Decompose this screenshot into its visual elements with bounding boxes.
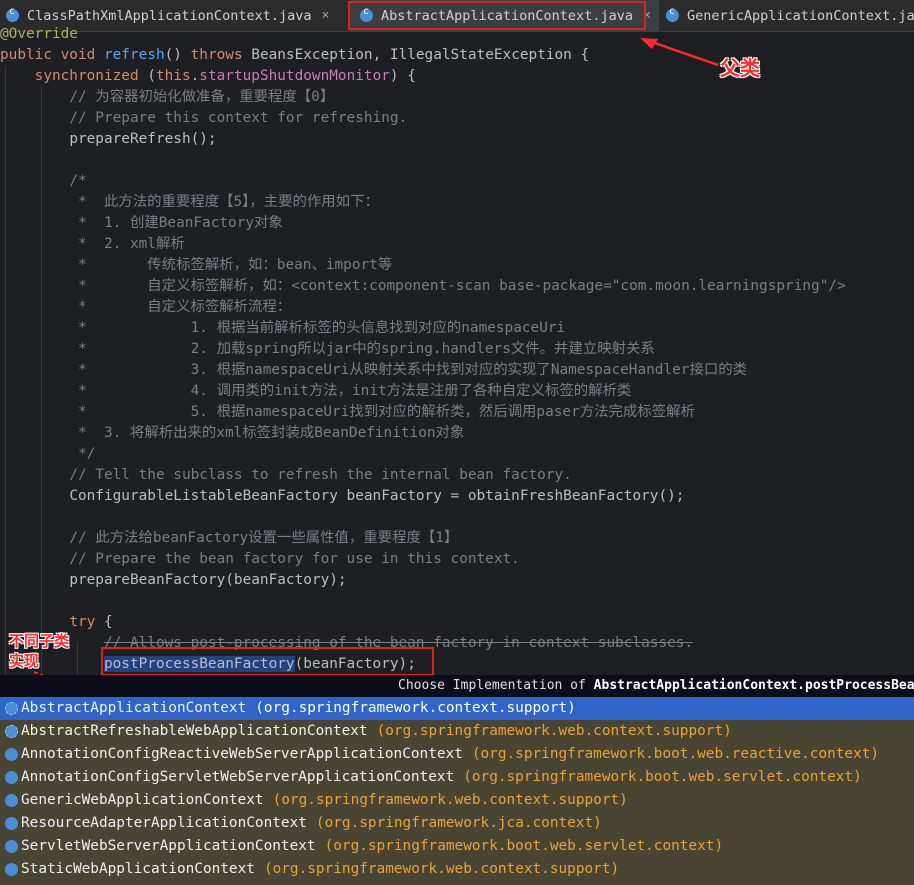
tab-label: GenericApplicationContext.java bbox=[687, 7, 914, 24]
list-item[interactable]: AnnotationConfigServletWebServerApplicat… bbox=[0, 766, 914, 789]
code-line: * 4. 调用类的init方法，init方法是注册了各种自定义标签的解析类 bbox=[69, 383, 632, 399]
list-item[interactable]: ResourceAdapterApplicationContext (org.sp… bbox=[0, 812, 914, 835]
tab-label: ClassPathXmlApplicationContext.java bbox=[27, 7, 312, 24]
code-editor[interactable]: @Override public void refresh() throws B… bbox=[0, 24, 914, 687]
code-line: * 5. 根据namespaceUri找到对应的解析类，然后调用paser方法完… bbox=[69, 404, 695, 420]
code-line: public void refresh() throws BeansExcept… bbox=[0, 47, 590, 63]
code-line: */ bbox=[69, 446, 96, 462]
code-line: @Override bbox=[0, 26, 78, 42]
annotation-label-subclass: 不同子类 实现 bbox=[9, 632, 70, 670]
annotation-box-call bbox=[101, 647, 434, 676]
code-line: /* bbox=[69, 173, 87, 189]
list-item[interactable]: AbstractRefreshableWebApplicationContext… bbox=[0, 720, 914, 743]
code-line: * 2. xml解析 bbox=[69, 236, 185, 252]
code-line: ConfigurableListableBeanFactory beanFact… bbox=[69, 488, 685, 504]
code-line: * 2. 加载spring所以jar中的spring.handlers文件。并建… bbox=[69, 341, 655, 357]
code-line: synchronized (this.startupShutdownMonito… bbox=[34, 68, 416, 84]
implementation-list: AbstractApplicationContext (org.springfra… bbox=[0, 697, 914, 885]
code-line: prepareBeanFactory(beanFactory); bbox=[69, 572, 347, 588]
code-line: // 为容器初始化做准备，重要程度【0】 bbox=[69, 89, 335, 105]
list-item[interactable]: StaticWebApplicationContext (org.springfr… bbox=[0, 858, 914, 881]
abstract-class-icon bbox=[5, 725, 18, 738]
list-item[interactable]: ServletWebServerApplicationContext (org.s… bbox=[0, 835, 914, 858]
class-icon bbox=[5, 817, 18, 830]
list-item[interactable]: AnnotationConfigReactiveWebServerApplica… bbox=[0, 743, 914, 766]
list-item[interactable]: AbstractApplicationContext (org.springfra… bbox=[0, 697, 914, 720]
class-icon bbox=[6, 6, 19, 22]
code-line: * 1. 创建BeanFactory对象 bbox=[69, 215, 283, 231]
abstract-class-icon bbox=[5, 702, 18, 715]
code-line: * 此方法的重要程度【5】，主要的作用如下： bbox=[69, 194, 379, 210]
list-item[interactable]: GenericWebApplicationContext (org.springf… bbox=[0, 789, 914, 812]
class-icon bbox=[5, 863, 18, 876]
class-icon bbox=[5, 771, 18, 784]
code-line: // 此方法给beanFactory设置一些属性值，重要程度【1】 bbox=[69, 530, 459, 546]
class-icon bbox=[5, 748, 18, 761]
code-line: prepareRefresh(); bbox=[69, 131, 217, 147]
code-line: * 自定义标签解析流程： bbox=[69, 299, 292, 315]
code-line: try { bbox=[69, 614, 113, 630]
code-line: * 3. 将解析出来的xml标签封装成BeanDefinition对象 bbox=[69, 425, 465, 441]
code-line: * 自定义标签解析，如：<context:component-scan base… bbox=[69, 278, 846, 294]
code-line: * 传统标签解析，如：bean、import等 bbox=[69, 257, 393, 273]
code-line: // Prepare the bean factory for use in t… bbox=[69, 551, 520, 567]
code-line: // Prepare this context for refreshing. bbox=[69, 110, 408, 126]
choose-implementation-header: Choose Implementation of AbstractApplica… bbox=[0, 675, 914, 697]
class-icon bbox=[5, 840, 18, 853]
code-line: // Tell the subclass to refresh the inte… bbox=[69, 467, 572, 483]
class-icon bbox=[5, 794, 18, 807]
code-line: * 3. 根据namespaceUri从映射关系中找到对应的实现了Namespa… bbox=[69, 362, 748, 378]
class-icon bbox=[666, 6, 679, 22]
close-icon[interactable]: × bbox=[321, 8, 329, 23]
code-line: * 1. 根据当前解析标签的头信息找到对应的namespaceUri bbox=[69, 320, 566, 336]
